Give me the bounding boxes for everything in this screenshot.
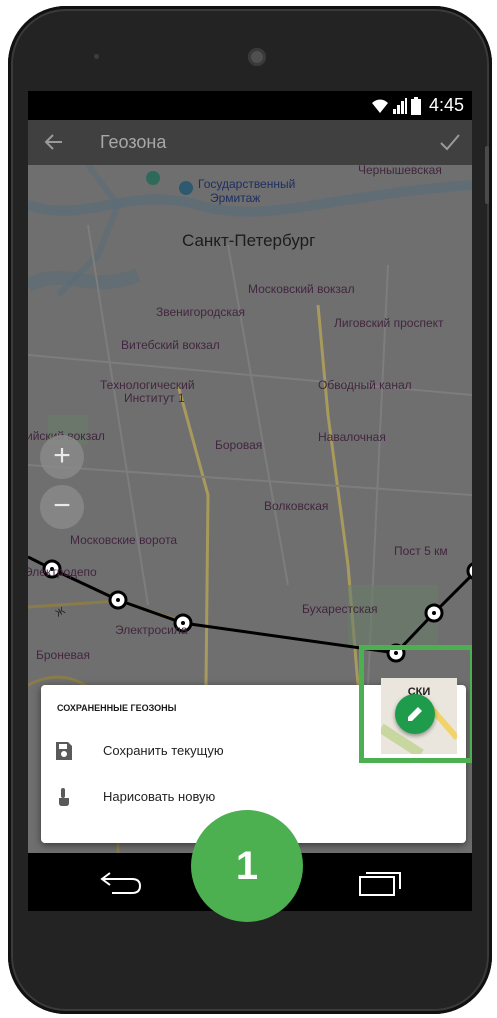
status-bar: 4:45 xyxy=(28,91,472,120)
save-icon xyxy=(56,742,72,760)
draw-new-label: Нарисовать новую xyxy=(103,789,216,804)
map-label: Бухарестская xyxy=(302,602,378,616)
map-label: Технологический xyxy=(100,378,195,392)
touch-draw-icon xyxy=(59,788,69,806)
zoom-in-button[interactable]: + xyxy=(40,435,84,479)
wifi-icon xyxy=(371,99,388,113)
screen: 4:45 Геозона Государственный Эрмитаж Чер… xyxy=(28,91,472,911)
signal-icon xyxy=(392,97,407,114)
nav-recent-apps-icon[interactable] xyxy=(358,869,404,897)
map-label: Московские ворота xyxy=(70,533,178,547)
map-label: Пост 5 км xyxy=(394,544,448,558)
zoom-out-button[interactable]: − xyxy=(40,485,84,529)
step-number: 1 xyxy=(235,844,259,888)
battery-icon xyxy=(410,96,421,115)
side-button xyxy=(485,146,489,204)
map-city-label: Санкт-Петербург xyxy=(182,231,316,250)
map-label: Броневая xyxy=(36,648,90,662)
map-label: Электросила xyxy=(115,623,188,637)
map-label: Электродепо xyxy=(28,565,97,579)
zoom-in-label: + xyxy=(53,439,71,472)
map-label: Звенигородская xyxy=(156,305,246,319)
zoom-out-label: − xyxy=(53,489,71,522)
front-camera xyxy=(248,48,266,66)
map-label: Боровая xyxy=(215,438,263,452)
pencil-icon xyxy=(408,707,422,721)
edit-fab-button[interactable] xyxy=(395,694,435,734)
map-label: Чернышевская xyxy=(358,165,442,177)
check-icon[interactable] xyxy=(438,129,462,155)
map-label: Государственный xyxy=(198,177,296,191)
page-title: Геозона xyxy=(100,132,167,152)
app-bar: Геозона xyxy=(28,120,472,165)
back-arrow-icon[interactable] xyxy=(42,128,66,156)
map-label: Московский вокзал xyxy=(248,282,355,296)
map-label: Лиговский проспект xyxy=(334,316,444,330)
map-label: Навалочная xyxy=(318,430,386,444)
save-current-label: Сохранить текущую xyxy=(103,743,224,758)
map-label: Институт 1 xyxy=(124,391,185,405)
map-label: Обводный канал xyxy=(318,378,412,392)
map-label: Витебский вокзал xyxy=(121,338,220,352)
map-label: Волковская xyxy=(264,499,329,513)
sensor-dot xyxy=(94,54,99,59)
step-number-badge: 1 xyxy=(191,810,303,922)
sheet-title: СОХРАНЕННЫЕ ГЕОЗОНЫ xyxy=(57,703,177,713)
status-time: 4:45 xyxy=(428,95,464,115)
map-label: Эрмитаж xyxy=(210,191,261,205)
nav-back-icon[interactable] xyxy=(98,869,144,897)
